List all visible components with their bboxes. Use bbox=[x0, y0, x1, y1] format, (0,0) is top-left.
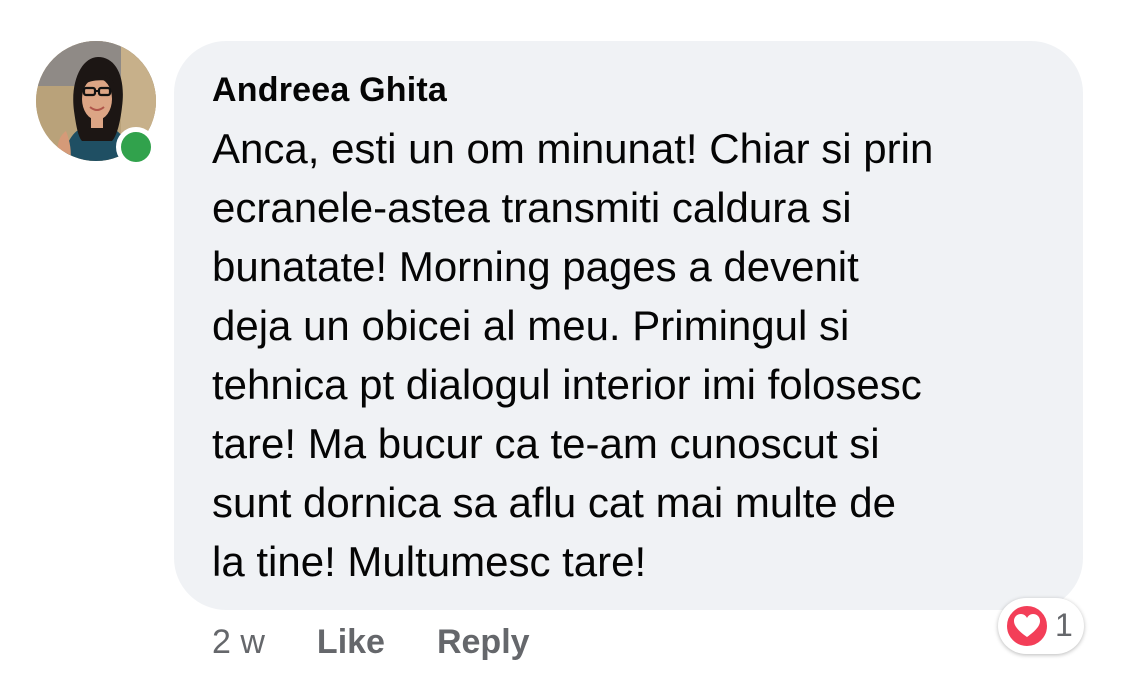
reaction-summary[interactable]: 1 bbox=[998, 598, 1084, 654]
comment-text-line: tare! Ma bucur ca te-am cunoscut si bbox=[212, 420, 880, 467]
comment-text: Anca, esti un om minunat! Chiar si prin … bbox=[212, 119, 1074, 591]
comment-bubble: Andreea Ghita Anca, esti un om minunat! … bbox=[174, 41, 1083, 610]
comment-text-line: tehnica pt dialogul interior imi foloses… bbox=[212, 361, 922, 408]
comment-author-name[interactable]: Andreea Ghita bbox=[212, 70, 447, 110]
online-status-dot bbox=[116, 127, 156, 167]
comment-text-line: Anca, esti un om minunat! Chiar si prin bbox=[212, 125, 934, 172]
heart-icon bbox=[1005, 604, 1049, 648]
comment-text-line: la tine! Multumesc tare! bbox=[212, 538, 647, 585]
comment-text-line: bunatate! Morning pages a devenit bbox=[212, 243, 859, 290]
reaction-count: 1 bbox=[1055, 607, 1073, 643]
like-button[interactable]: Like bbox=[317, 623, 385, 662]
comment-actions: 2 w Like Reply bbox=[212, 620, 530, 664]
comment-timestamp[interactable]: 2 w bbox=[212, 623, 265, 662]
reply-button[interactable]: Reply bbox=[437, 623, 530, 662]
author-avatar[interactable] bbox=[36, 41, 156, 167]
comment-text-line: ecranele-astea transmiti caldura si bbox=[212, 184, 852, 231]
comment-text-line: deja un obicei al meu. Primingul si bbox=[212, 302, 850, 349]
comment-text-line: sunt dornica sa aflu cat mai multe de bbox=[212, 479, 897, 526]
